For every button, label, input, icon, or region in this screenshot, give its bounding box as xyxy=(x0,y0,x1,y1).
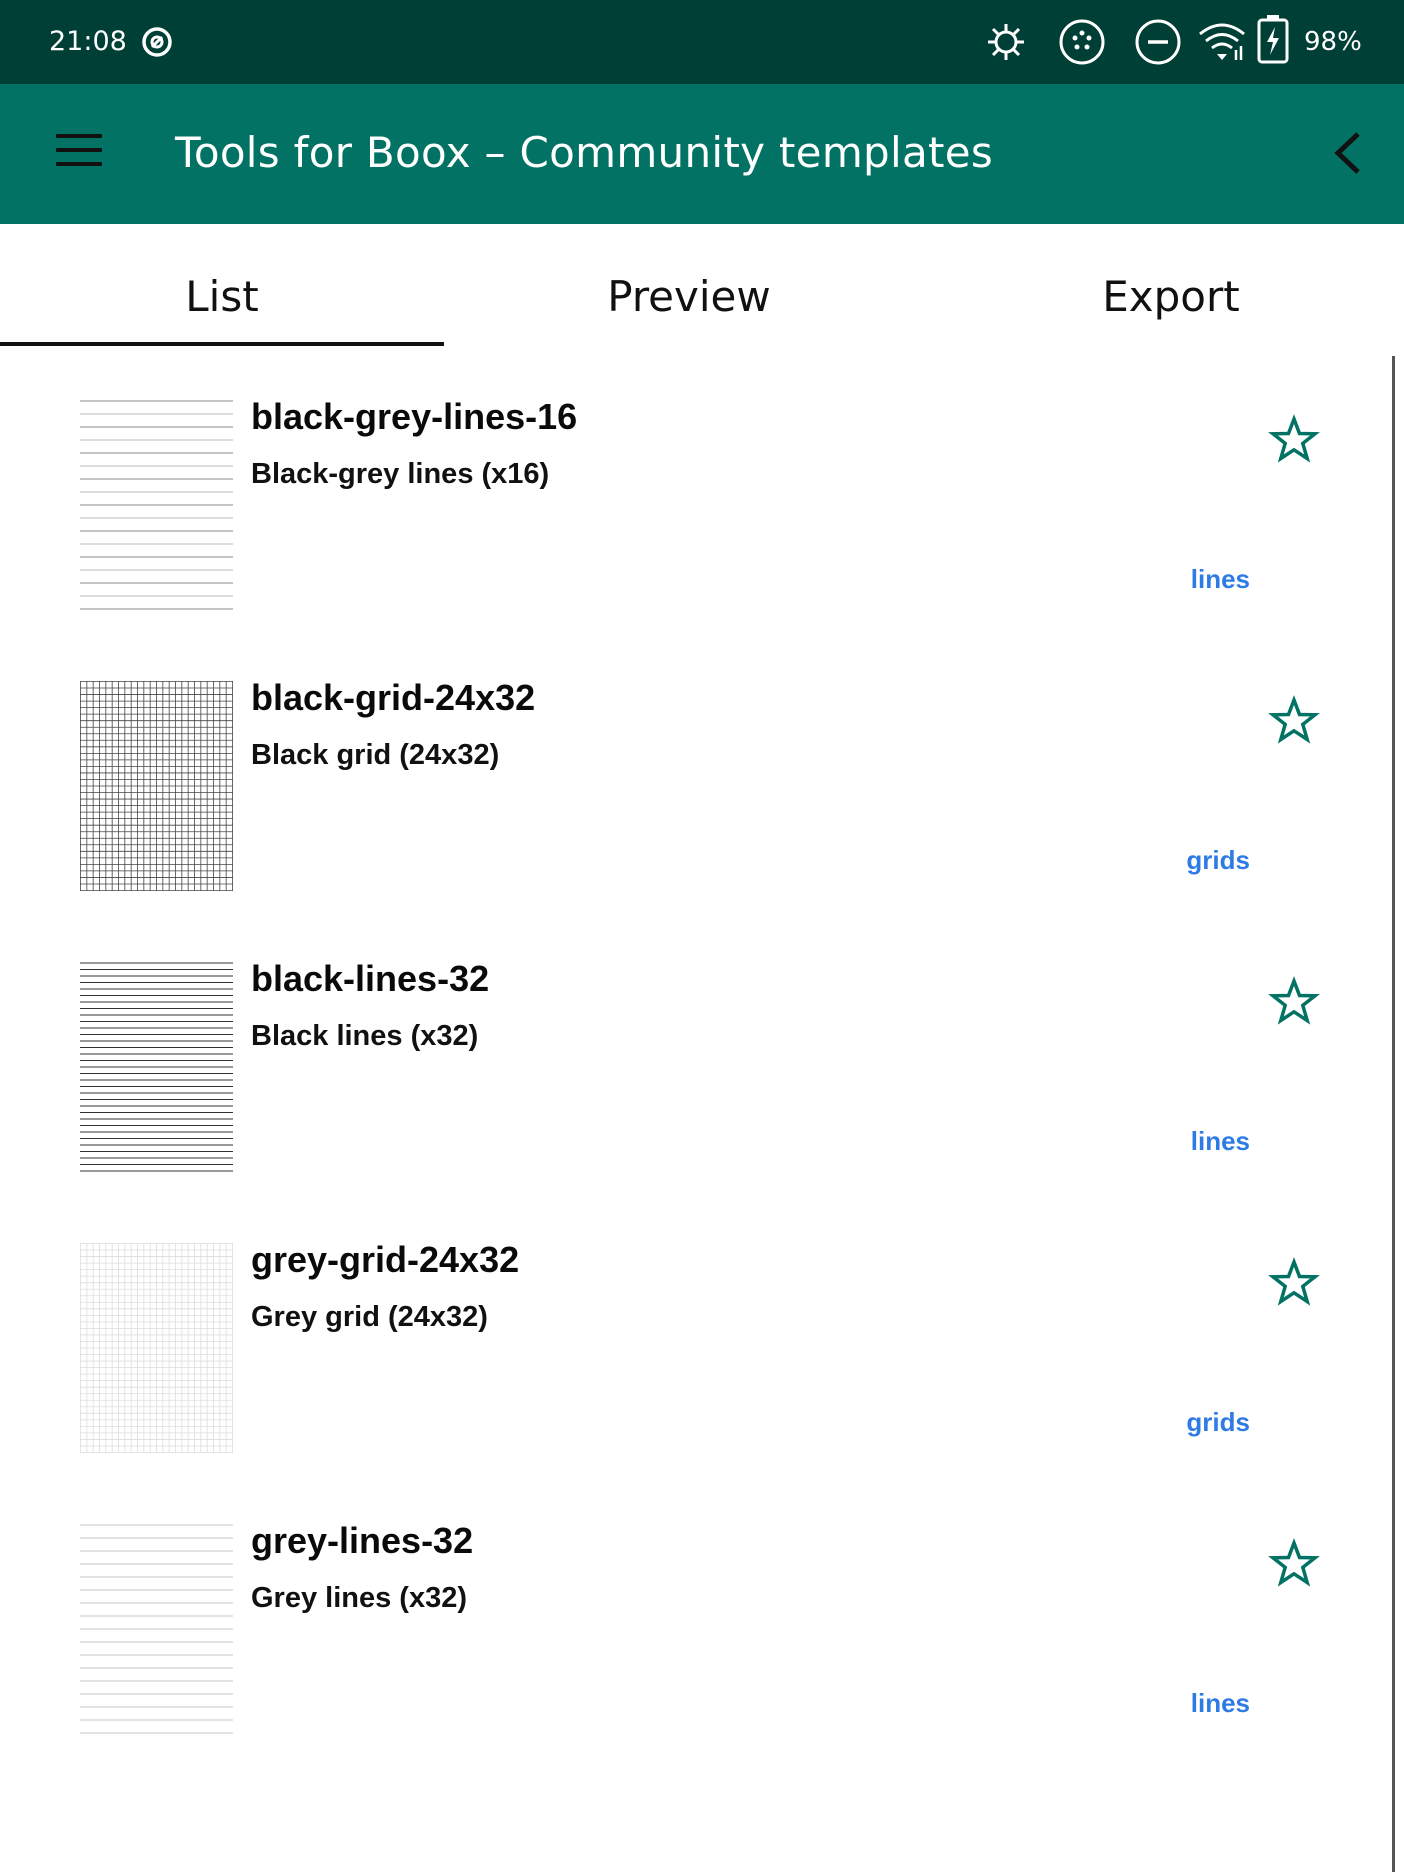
template-name: grey-grid-24x32 xyxy=(251,1239,520,1280)
star-icon[interactable] xyxy=(1268,1538,1320,1590)
sync-icon xyxy=(142,27,172,57)
tab-preview[interactable]: Preview xyxy=(466,272,912,321)
list-item[interactable]: black-grey-lines-16 Black-grey lines (x1… xyxy=(0,350,1390,631)
template-list: black-grey-lines-16 Black-grey lines (x1… xyxy=(0,350,1390,1755)
template-thumbnail xyxy=(80,1243,233,1453)
chevron-left-icon[interactable] xyxy=(1326,128,1370,178)
page-title: Tools for Boox – Community templates xyxy=(175,128,994,177)
category-tag[interactable]: lines xyxy=(1191,1688,1250,1719)
star-icon[interactable] xyxy=(1268,976,1320,1028)
template-description: Grey grid (24x32) xyxy=(251,1301,488,1333)
category-tag[interactable]: lines xyxy=(1191,1126,1250,1157)
wifi-icon xyxy=(1199,23,1245,60)
active-tab-indicator xyxy=(0,342,444,346)
do-not-disturb-icon xyxy=(1135,19,1181,65)
list-item[interactable]: black-lines-32 Black lines (x32) lines xyxy=(0,912,1390,1193)
template-thumbnail xyxy=(80,400,233,610)
template-name: black-lines-32 xyxy=(251,958,490,999)
battery-icon xyxy=(1257,15,1289,64)
tab-export[interactable]: Export xyxy=(948,272,1394,321)
template-description: Black lines (x32) xyxy=(251,1020,479,1052)
status-time: 21:08 xyxy=(49,26,127,57)
template-name: black-grey-lines-16 xyxy=(251,396,578,437)
star-icon[interactable] xyxy=(1268,414,1320,466)
app-bar: Tools for Boox – Community templates xyxy=(0,84,1404,224)
template-thumbnail xyxy=(80,1524,233,1734)
refresh-icon xyxy=(1059,19,1105,65)
hamburger-menu-icon[interactable] xyxy=(56,134,102,174)
template-name: black-grid-24x32 xyxy=(251,677,536,718)
star-icon[interactable] xyxy=(1268,695,1320,747)
list-item[interactable]: grey-grid-24x32 Grey grid (24x32) grids xyxy=(0,1193,1390,1474)
scrollbar[interactable] xyxy=(1392,356,1395,1872)
category-tag[interactable]: grids xyxy=(1186,845,1250,876)
template-description: Black grid (24x32) xyxy=(251,739,500,771)
category-tag[interactable]: grids xyxy=(1186,1407,1250,1438)
star-icon[interactable] xyxy=(1268,1257,1320,1309)
list-item[interactable]: black-grid-24x32 Black grid (24x32) grid… xyxy=(0,631,1390,912)
template-description: Grey lines (x32) xyxy=(251,1582,467,1614)
template-thumbnail xyxy=(80,962,233,1172)
brightness-icon xyxy=(988,24,1024,60)
template-thumbnail xyxy=(80,681,233,891)
tab-list[interactable]: List xyxy=(0,272,444,321)
template-name: grey-lines-32 xyxy=(251,1520,474,1561)
status-bar: 21:08 98% xyxy=(0,0,1404,84)
battery-percentage: 98% xyxy=(1304,27,1362,57)
tab-bar: List Preview Export xyxy=(0,224,1404,350)
template-description: Black-grey lines (x16) xyxy=(251,458,550,490)
category-tag[interactable]: lines xyxy=(1191,564,1250,595)
list-item[interactable]: grey-lines-32 Grey lines (x32) lines xyxy=(0,1474,1390,1755)
